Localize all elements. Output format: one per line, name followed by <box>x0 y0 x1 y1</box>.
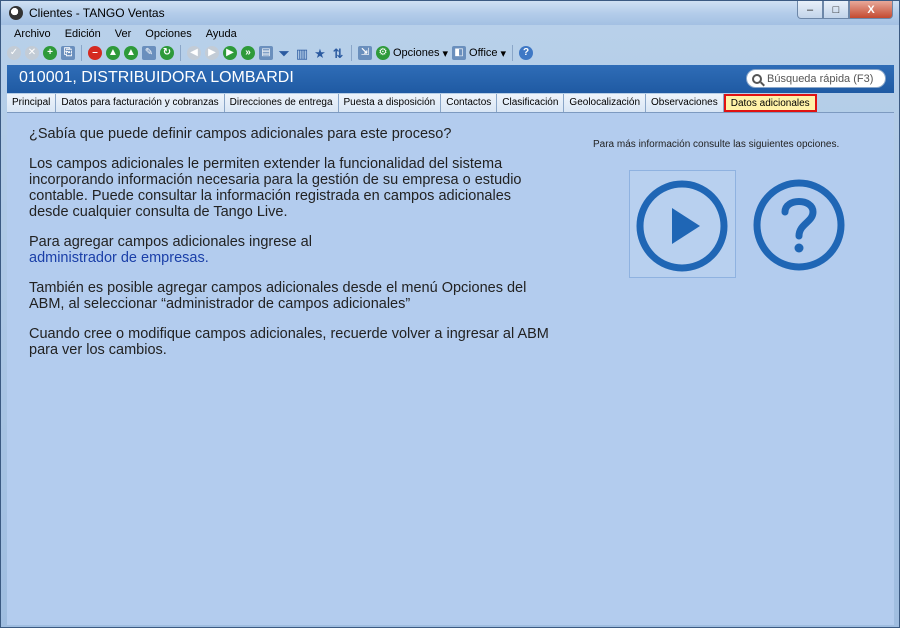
minimize-button[interactable]: – <box>797 1 823 19</box>
tab-direcciones-entrega[interactable]: Direcciones de entrega <box>224 94 339 112</box>
sort-az-icon[interactable]: ⇅ <box>331 46 345 60</box>
back-icon[interactable]: ◀ <box>187 46 201 60</box>
close-button[interactable]: X <box>849 1 893 19</box>
info-paragraph-menu: También es posible agregar campos adicio… <box>29 280 527 312</box>
info-question: ¿Sabía que puede definir campos adiciona… <box>29 126 452 142</box>
tab-datos-adicionales[interactable]: Datos adicionales <box>723 94 817 112</box>
menu-ayuda[interactable]: Ayuda <box>199 26 244 43</box>
maximize-button[interactable]: □ <box>823 1 849 19</box>
opciones-label: Opciones <box>393 47 440 59</box>
search-icon <box>752 73 762 84</box>
toolbar-separator <box>180 45 181 61</box>
office-label: Office <box>469 47 498 59</box>
last-record-icon[interactable]: » <box>241 46 255 60</box>
menu-opciones[interactable]: Opciones <box>138 26 198 43</box>
refresh-icon[interactable]: ↻ <box>160 46 174 60</box>
delete-icon[interactable]: – <box>88 46 102 60</box>
toolbar-separator <box>81 45 82 61</box>
record-header: 010001, DISTRIBUIDORA LOMBARDI Búsqueda … <box>7 65 894 93</box>
chevron-down-icon: ▾ <box>442 47 449 60</box>
window-controls: – □ X <box>797 1 893 19</box>
previous-record-icon[interactable]: ▲ <box>124 46 138 60</box>
tab-content: ¿Sabía que puede definir campos adiciona… <box>7 113 894 625</box>
cancel-icon[interactable]: ✕ <box>25 46 39 60</box>
menu-bar: Archivo Edición Ver Opciones Ayuda <box>7 26 244 43</box>
favorite-star-icon[interactable]: ★ <box>313 46 327 60</box>
export-icon[interactable]: ⇲ <box>358 46 372 60</box>
app-icon <box>9 6 23 20</box>
toolbar-separator <box>351 45 352 61</box>
menu-ver[interactable]: Ver <box>108 26 139 43</box>
tab-clasificacion[interactable]: Clasificación <box>497 94 565 112</box>
info-paragraph-admin: Para agregar campos adicionales ingrese … <box>29 234 312 266</box>
tab-geolocalizacion[interactable]: Geolocalización <box>564 94 647 112</box>
forward-icon[interactable]: ▶ <box>205 46 219 60</box>
office-icon: ◧ <box>452 46 467 60</box>
help-icon[interactable]: ? <box>519 46 534 60</box>
edit-icon[interactable]: ✎ <box>142 46 156 60</box>
record-title: 010001, DISTRIBUIDORA LOMBARDI <box>19 69 294 86</box>
toolbar-separator <box>512 45 514 61</box>
chevron-down-icon: ▾ <box>500 47 507 60</box>
toolbar: ✓ ✕ + ⎘ – ▲ ▲ ✎ ↻ ◀ ▶ ▶ » ▤ ⏷ ▥ ★ ⇅ ⇲ ⚙ … <box>7 43 893 63</box>
gear-icon: ⚙ <box>376 46 390 60</box>
more-info-text: Para más información consulte las siguie… <box>593 139 840 150</box>
play-circle-icon <box>636 180 728 272</box>
list-view-icon[interactable]: ▤ <box>259 46 273 60</box>
title-bar: Clientes - TANGO Ventas – □ X <box>1 1 899 25</box>
video-button[interactable] <box>629 170 736 278</box>
tab-strip: Principal Datos para facturación y cobra… <box>7 94 817 112</box>
quick-search-input[interactable]: Búsqueda rápida (F3) <box>746 69 886 88</box>
admin-text: Para agregar campos adicionales ingrese … <box>29 234 312 250</box>
tab-facturacion-cobranzas[interactable]: Datos para facturación y cobranzas <box>56 94 225 112</box>
app-window: Clientes - TANGO Ventas – □ X Archivo Ed… <box>0 0 900 628</box>
window-title: Clientes - TANGO Ventas <box>29 6 165 20</box>
filter-icon[interactable]: ⏷ <box>277 46 291 60</box>
next-record-icon[interactable]: ▶ <box>223 46 237 60</box>
opciones-dropdown[interactable]: ⚙ Opciones ▾ <box>376 46 448 60</box>
copy-record-icon[interactable]: ⎘ <box>61 46 75 60</box>
info-paragraph-description: Los campos adicionales le permiten exten… <box>29 156 522 220</box>
accept-icon[interactable]: ✓ <box>7 46 21 60</box>
tab-puesta-disposicion[interactable]: Puesta a disposición <box>338 94 442 112</box>
office-dropdown[interactable]: ◧ Office ▾ <box>452 46 506 60</box>
help-circle-icon <box>753 179 845 271</box>
info-paragraph-refresh: Cuando cree o modifique campos adicional… <box>29 326 549 358</box>
help-button[interactable] <box>747 170 852 278</box>
columns-icon[interactable]: ▥ <box>295 46 309 60</box>
tab-contactos[interactable]: Contactos <box>441 94 498 112</box>
tab-principal[interactable]: Principal <box>7 94 57 112</box>
admin-empresas-link[interactable]: administrador de empresas. <box>29 250 312 266</box>
add-icon[interactable]: + <box>43 46 57 60</box>
menu-archivo[interactable]: Archivo <box>7 26 58 43</box>
first-record-icon[interactable]: ▲ <box>106 46 120 60</box>
search-placeholder: Búsqueda rápida (F3) <box>767 72 874 85</box>
menu-edicion[interactable]: Edición <box>58 26 108 43</box>
tab-observaciones[interactable]: Observaciones <box>646 94 724 112</box>
